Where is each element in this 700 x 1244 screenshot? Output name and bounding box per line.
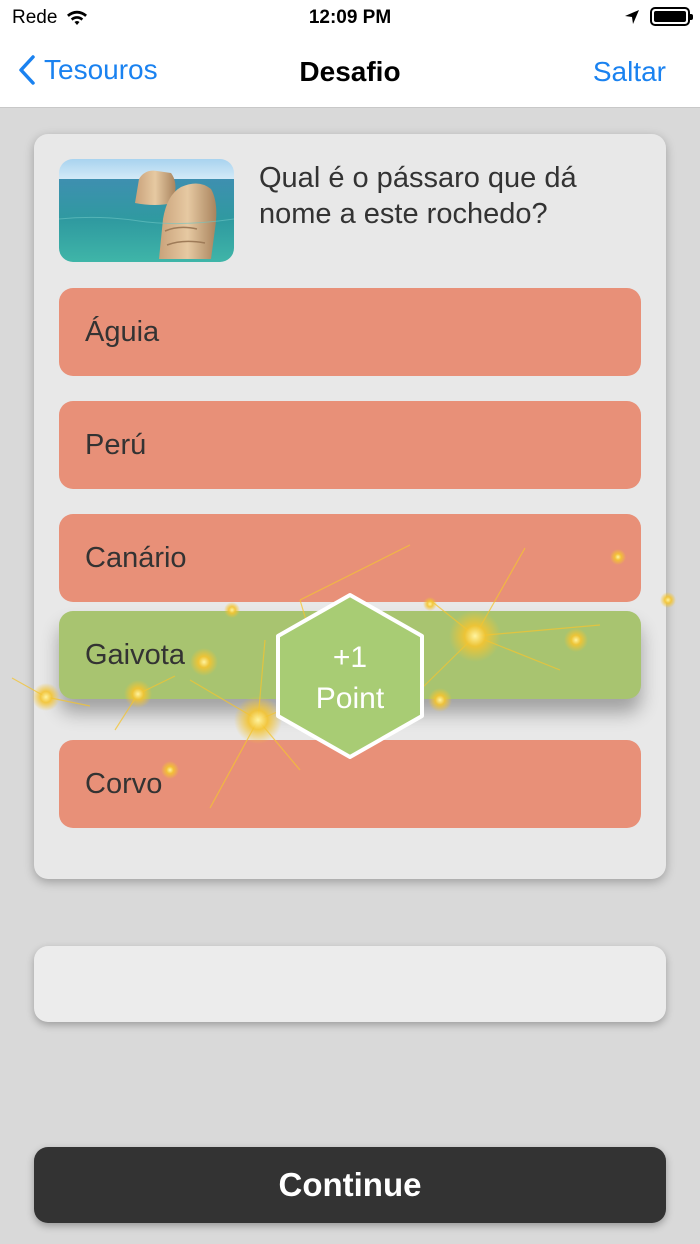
continue-button[interactable]: Continue: [34, 1147, 666, 1223]
skip-button[interactable]: Saltar: [593, 56, 666, 88]
answer-option-canario[interactable]: Canário: [59, 514, 641, 602]
question-text: Qual é o pássaro que dá nome a este roch…: [259, 162, 577, 230]
answer-option-label: Perú: [85, 428, 147, 461]
battery-icon: [650, 7, 693, 26]
answer-option-label: Corvo: [85, 767, 163, 800]
answer-option-label: Águia: [85, 315, 160, 348]
status-right: [624, 7, 693, 26]
question-image: [59, 159, 234, 262]
feedback-box: [34, 946, 666, 1022]
status-bar: Rede 12:09 PM: [0, 0, 700, 36]
back-button-label: Tesouros: [44, 54, 158, 85]
chevron-left-icon: [19, 55, 35, 85]
answer-option-aguia[interactable]: Águia: [59, 288, 641, 376]
continue-button-label: Continue: [278, 1166, 422, 1203]
location-arrow-icon: [625, 9, 639, 24]
navigation-bar: Tesouros Desafio Saltar: [0, 36, 700, 108]
answer-option-peru[interactable]: Perú: [59, 401, 641, 489]
point-amount: +1: [332, 641, 368, 674]
point-unit: Point: [315, 682, 385, 715]
point-reward-text: +1 Point: [275, 637, 425, 719]
answer-option-label: Gaivota: [85, 638, 185, 671]
back-button[interactable]: Tesouros: [18, 54, 158, 86]
point-reward-badge: +1 Point: [275, 592, 425, 760]
question-card: Qual é o pássaro que dá nome a este roch…: [34, 134, 666, 879]
clock: 12:09 PM: [308, 7, 392, 28]
answer-option-label: Canário: [85, 541, 187, 574]
